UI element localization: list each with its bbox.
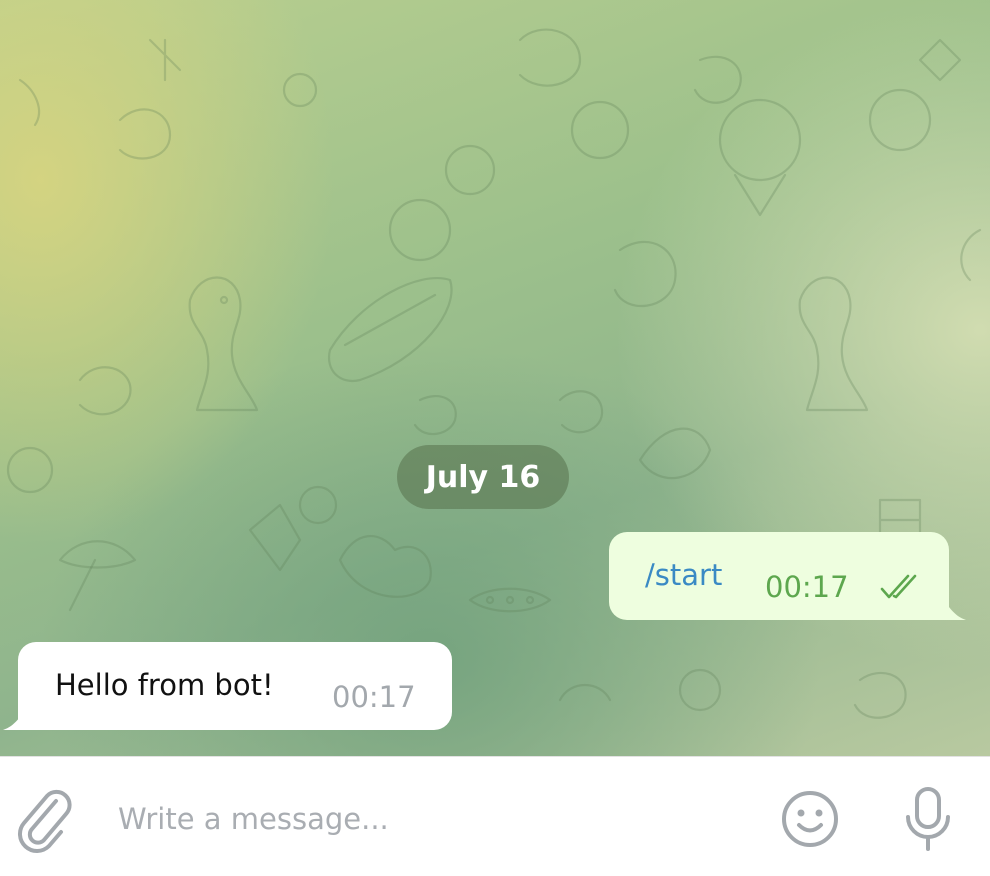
message-time: 00:17 <box>765 570 849 604</box>
microphone-icon[interactable] <box>900 785 956 853</box>
double-check-icon <box>880 574 917 599</box>
incoming-message-bubble[interactable]: Hello from bot! 00:17 <box>18 642 452 730</box>
message-composer <box>0 756 990 876</box>
message-time: 00:17 <box>332 680 416 714</box>
incoming-bubble-tail <box>3 704 29 730</box>
outgoing-bubble-tail <box>940 594 966 620</box>
date-separator: July 16 <box>397 445 569 509</box>
chat-history[interactable]: July 16 /start 00:17 Hello from bot! 00:… <box>0 0 990 756</box>
message-text: /start <box>645 558 723 592</box>
smiley-icon[interactable] <box>780 789 840 849</box>
message-input[interactable] <box>118 791 738 847</box>
outgoing-message-bubble[interactable]: /start 00:17 <box>609 532 949 620</box>
paperclip-icon[interactable] <box>14 787 72 853</box>
message-text: Hello from bot! <box>55 668 274 702</box>
